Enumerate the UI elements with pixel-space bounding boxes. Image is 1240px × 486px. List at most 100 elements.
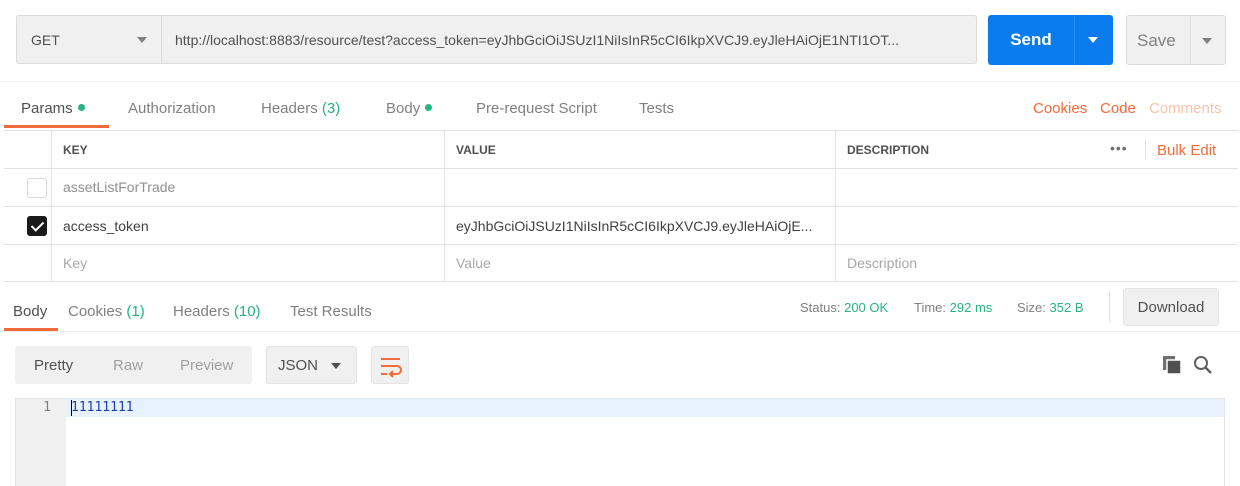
- format-label: JSON: [278, 357, 319, 374]
- save-divider: [1190, 16, 1191, 64]
- header-key-cell: KEY: [52, 131, 445, 168]
- tab-authorization[interactable]: Authorization: [128, 100, 216, 117]
- view-raw-button[interactable]: Raw: [113, 357, 143, 374]
- status-label: Status:: [800, 300, 841, 315]
- column-header-value: VALUE: [456, 143, 496, 157]
- url-text: http://localhost:8883/resource/test?acce…: [175, 32, 900, 48]
- tab-params[interactable]: Params: [21, 100, 85, 117]
- tab-headers-count: (3): [321, 100, 341, 117]
- divider: [1109, 292, 1110, 322]
- line-number-gutter: 1: [16, 399, 66, 486]
- search-icon[interactable]: [1192, 354, 1214, 376]
- param-key: assetListForTrade: [63, 179, 176, 195]
- code-link[interactable]: Code: [1100, 100, 1136, 117]
- time-readout[interactable]: Time: 292 ms: [914, 300, 992, 315]
- tab-test-results[interactable]: Test Results: [290, 303, 372, 320]
- tab-response-cookies[interactable]: Cookies (1): [68, 303, 145, 320]
- value-cell[interactable]: eyJhbGciOiJSUzI1NiIsInR5cCI6IkpXVCJ9.eyJ…: [445, 207, 836, 244]
- table-row-new: Key Value Description: [4, 245, 1238, 282]
- table-row: access_token eyJhbGciOiJSUzI1NiIsInR5cCI…: [4, 207, 1238, 245]
- tab-body-label: Body: [386, 100, 421, 117]
- key-placeholder: Key: [63, 255, 88, 271]
- active-tab-indicator: [4, 125, 109, 128]
- chevron-down-icon[interactable]: [1202, 38, 1212, 44]
- send-button[interactable]: Send: [988, 15, 1113, 65]
- tab-cookies-label: Cookies: [68, 303, 123, 320]
- tab-prerequest-script[interactable]: Pre-request Script: [476, 100, 597, 117]
- view-pretty-button[interactable]: Pretty: [34, 357, 73, 374]
- checkmark-icon[interactable]: [27, 216, 47, 236]
- download-label: Download: [1137, 299, 1205, 316]
- tab-body[interactable]: Body: [386, 100, 433, 117]
- key-cell[interactable]: Key: [52, 245, 445, 281]
- view-mode-group: Pretty Raw Preview: [15, 346, 252, 384]
- tab-params-label: Params: [21, 100, 73, 117]
- response-content: 11111111: [71, 400, 134, 415]
- size-label: Size:: [1017, 300, 1046, 315]
- param-key: access_token: [63, 218, 149, 234]
- send-divider: [1074, 15, 1075, 65]
- method-select[interactable]: GET: [16, 15, 161, 64]
- comments-link[interactable]: Comments: [1149, 100, 1222, 117]
- key-cell[interactable]: access_token: [52, 207, 445, 244]
- tab-headers[interactable]: Headers (3): [261, 100, 340, 117]
- size-value: 352 B: [1049, 300, 1084, 315]
- wrap-lines-button[interactable]: [371, 346, 409, 384]
- row-checkbox[interactable]: [27, 178, 47, 198]
- table-header-row: KEY VALUE DESCRIPTION ••• Bulk Edit: [4, 131, 1238, 169]
- description-cell[interactable]: [836, 207, 1238, 244]
- header-checkbox-cell: [4, 131, 52, 168]
- params-table: KEY VALUE DESCRIPTION ••• Bulk Edit asse…: [4, 130, 1238, 282]
- tab-response-headers[interactable]: Headers (10): [173, 303, 261, 320]
- checkbox-cell: [4, 169, 52, 206]
- value-cell[interactable]: Value: [445, 245, 836, 281]
- tab-cookies-count: (1): [126, 303, 145, 320]
- wrap-icon: [381, 358, 402, 378]
- more-options-icon[interactable]: •••: [1110, 140, 1128, 156]
- checkbox-cell: [4, 207, 52, 244]
- description-cell[interactable]: Description: [836, 245, 1238, 281]
- copy-icon[interactable]: [1161, 354, 1183, 376]
- value-cell[interactable]: [445, 169, 836, 206]
- status-readout[interactable]: Status: 200 OK: [800, 300, 888, 315]
- chevron-down-icon[interactable]: [1088, 37, 1098, 43]
- column-header-key: KEY: [63, 143, 88, 157]
- tab-tests[interactable]: Tests: [639, 100, 674, 117]
- status-dot-icon: [425, 104, 433, 111]
- active-tab-indicator: [4, 328, 58, 331]
- chevron-down-icon: [137, 37, 147, 43]
- key-cell[interactable]: assetListForTrade: [52, 169, 445, 206]
- value-placeholder: Value: [456, 255, 491, 271]
- request-bar: GET http://localhost:8883/resource/test?…: [0, 0, 1240, 82]
- tab-headers-label: Headers: [173, 303, 230, 320]
- view-preview-button[interactable]: Preview: [180, 357, 233, 374]
- tab-headers-count: (10): [233, 303, 261, 320]
- chevron-down-icon: [331, 363, 341, 369]
- time-label: Time:: [914, 300, 947, 315]
- response-tabs: Body Cookies (1) Headers (10) Test Resul…: [0, 288, 1240, 332]
- status-value: 200 OK: [844, 300, 889, 315]
- download-button[interactable]: Download: [1123, 288, 1219, 326]
- header-value-cell: VALUE: [445, 131, 836, 168]
- tab-response-body[interactable]: Body: [13, 303, 47, 320]
- cookies-link[interactable]: Cookies: [1033, 100, 1087, 117]
- request-tabs: Params Authorization Headers (3) Body Pr…: [0, 88, 1240, 130]
- text-cursor: [71, 400, 72, 416]
- table-row: assetListForTrade: [4, 169, 1238, 207]
- param-value: eyJhbGciOiJSUzI1NiIsInR5cCI6IkpXVCJ9.eyJ…: [456, 218, 813, 234]
- body-view-toolbar: Pretty Raw Preview JSON: [0, 346, 1240, 386]
- time-value: 292 ms: [949, 300, 993, 315]
- format-select[interactable]: JSON: [266, 346, 357, 384]
- divider: [0, 81, 1240, 82]
- column-header-description: DESCRIPTION: [847, 143, 930, 157]
- size-readout[interactable]: Size: 352 B: [1017, 300, 1084, 315]
- response-body-editor[interactable]: 1 11111111: [15, 398, 1225, 486]
- save-label: Save: [1137, 31, 1176, 50]
- description-placeholder: Description: [847, 255, 918, 271]
- bulk-edit-link[interactable]: Bulk Edit: [1157, 142, 1216, 159]
- save-button[interactable]: Save: [1126, 15, 1226, 65]
- code-line[interactable]: 11111111: [66, 399, 1224, 417]
- description-cell[interactable]: [836, 169, 1238, 206]
- url-input[interactable]: http://localhost:8883/resource/test?acce…: [161, 15, 977, 64]
- status-dot-icon: [77, 104, 85, 111]
